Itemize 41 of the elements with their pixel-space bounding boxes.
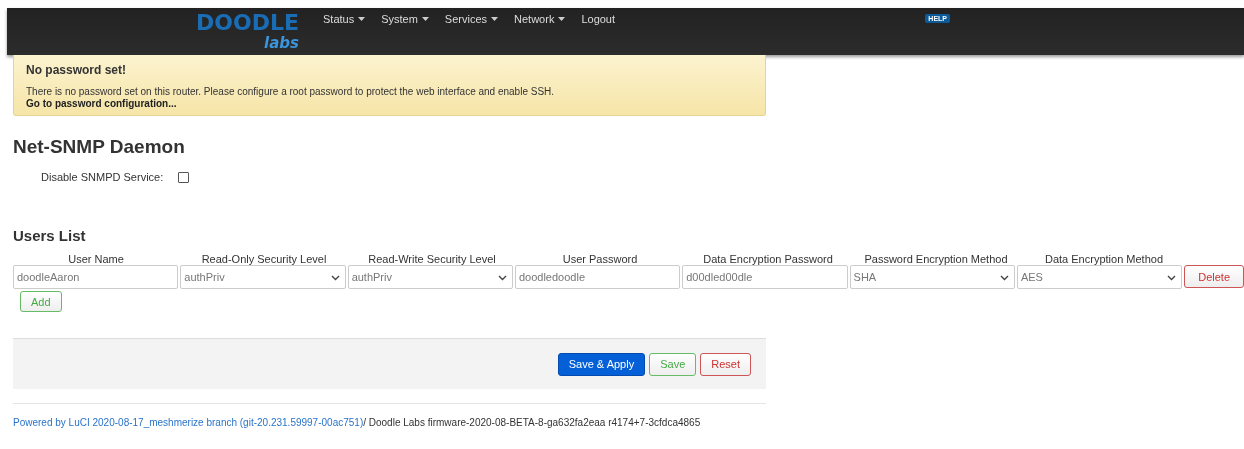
page-title: Net-SNMP Daemon [13,136,186,158]
option-label: Disable SNMPD Service: [41,171,164,183]
caret-icon [491,17,499,21]
column-header: Read-Only Security Level [200,253,328,265]
select-field[interactable]: authPriv [180,265,346,289]
select-field[interactable]: AES [1016,265,1183,289]
column-header: Data Encryption Password [702,253,834,265]
alert-text: There is no password set on this router. Please configure a root password to protect the web interface and enable SSH. [26,86,556,97]
column-header: Data Encryption Method [1044,253,1164,265]
menu-item[interactable]: System [381,13,429,25]
column-header: User Password [561,253,639,265]
select-field[interactable]: authPriv [347,265,513,289]
caret-icon [358,17,366,21]
column-header: Password Encryption Method [863,253,1009,265]
input-field[interactable]: doodleAaron [13,265,179,289]
action-button[interactable]: Save & Apply [557,352,646,376]
column-header: User Name [67,253,125,265]
menu-item[interactable]: Services [444,13,499,25]
input-field[interactable]: d00dled00dle [682,265,848,289]
password-link[interactable]: Go to password configuration... [26,98,753,109]
chevron-down-icon [330,275,340,281]
footer-text: / Doodle Labs firmware-2020-08-BETA-8-ga632fa2eaa r4174+7-3cfdca4865 [363,417,701,428]
caret-icon [558,17,566,21]
logo[interactable]: DOODLE labs [196,8,299,52]
column-header: Read-Write Security Level [367,253,497,265]
input-field[interactable]: doodledoodle [514,265,681,289]
caret-icon [421,17,429,21]
action-button[interactable]: Reset [700,352,751,376]
select-field[interactable]: SHA [849,265,1015,289]
checkbox[interactable] [178,171,190,183]
menu-item[interactable]: Network [514,13,566,25]
alert-title: No password set! [26,63,128,77]
section-title: Users List [13,227,87,244]
action-button[interactable]: Save [649,352,697,376]
menu-item[interactable]: Logout [581,13,616,25]
menu-item[interactable]: Status [323,13,366,25]
delete-button[interactable]: Delete [1184,265,1244,288]
chevron-down-icon [999,275,1009,281]
chevron-down-icon [1167,275,1177,281]
add-button[interactable]: Add [20,291,62,312]
chevron-down-icon [497,275,507,281]
